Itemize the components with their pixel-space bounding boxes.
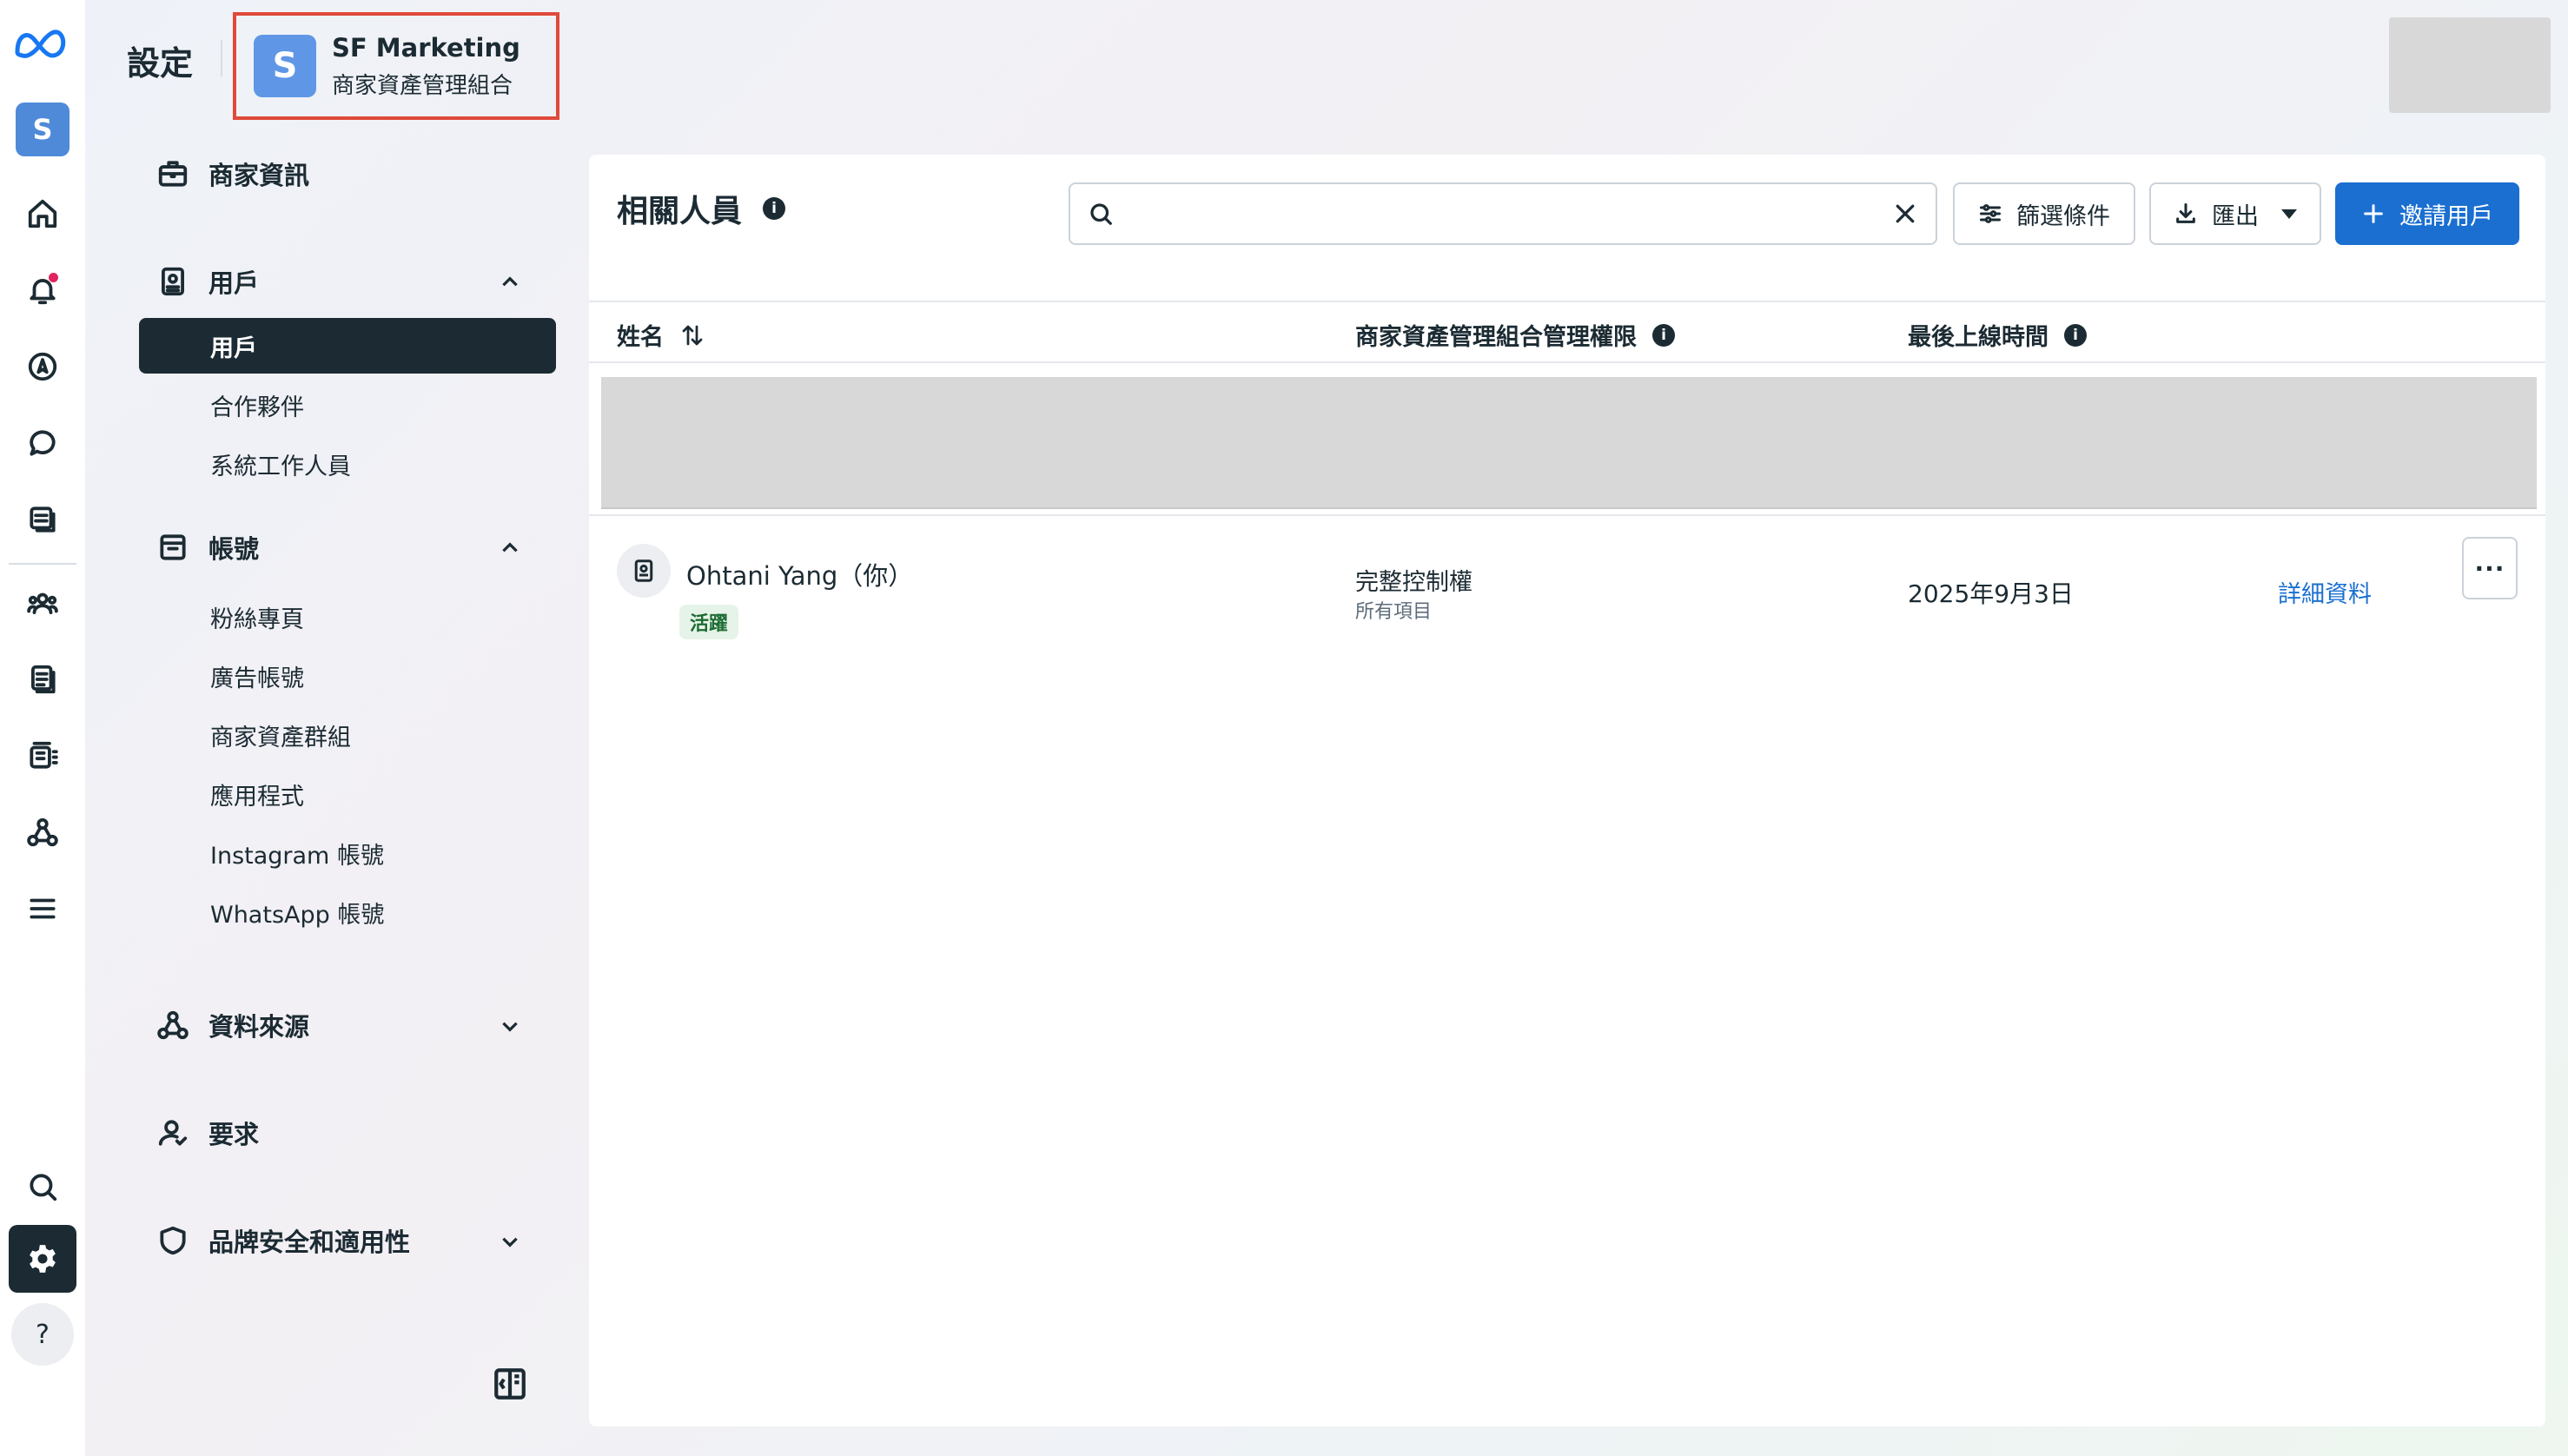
search-icon[interactable]	[17, 1161, 69, 1213]
table-row[interactable]: Ohtani Yang（你） 活躍 完整控制權 所有項目 2025年9月3日 詳…	[589, 537, 2545, 650]
column-name[interactable]: 姓名	[617, 318, 705, 352]
chat-icon[interactable]	[17, 417, 69, 469]
nav-item-users[interactable]: 用戶	[139, 318, 556, 374]
row-divider	[589, 514, 2545, 516]
nav-item-pages[interactable]: 粉絲專頁	[139, 587, 556, 646]
document-icon[interactable]	[17, 653, 69, 705]
caret-down-icon	[2281, 208, 2297, 219]
permission-level: 完整控制權	[1355, 569, 1473, 596]
meta-logo[interactable]	[12, 26, 73, 61]
briefcase-icon	[158, 161, 188, 187]
invite-label: 邀請用戶	[2399, 202, 2493, 230]
people-icon[interactable]	[17, 577, 69, 629]
details-link[interactable]: 詳細資料	[2278, 575, 2372, 609]
last-active-date: 2025年9月3日	[1908, 579, 2074, 608]
nav-item-system-users[interactable]: 系統工作人員	[139, 434, 556, 493]
sliders-icon	[1979, 204, 2002, 223]
nav-data-sources-label: 資料來源	[208, 1012, 310, 1042]
pages-icon[interactable]	[17, 493, 69, 546]
nav-accounts-label: 帳號	[208, 534, 260, 564]
column-last-active: 最後上線時間 i	[1908, 318, 2087, 352]
column-permission-label: 商家資產管理組合管理權限	[1355, 324, 1637, 351]
people-panel: 相關人員 i 篩選條件 匯出 邀請用戶 姓名 商家資產管理組合管理權限 i 最後…	[589, 155, 2545, 1426]
settings-sidebar: 商家資訊 用戶 用戶 合作夥伴 系統工作人員 帳號 粉絲專頁 廣告帳號 商家資產…	[139, 139, 556, 1275]
bell-icon[interactable]	[17, 264, 69, 316]
archive-icon	[160, 534, 186, 560]
column-permission: 商家資產管理組合管理權限 i	[1355, 318, 1675, 352]
column-last-active-label: 最後上線時間	[1908, 324, 2048, 351]
permission-scope: 所有項目	[1355, 601, 1433, 623]
search-box[interactable]	[1069, 182, 1937, 245]
table-header: 姓名 商家資產管理組合管理權限 i 最後上線時間 i	[589, 301, 2545, 363]
nav-business-info[interactable]: 商家資訊	[139, 139, 556, 208]
nav-item-asset-groups[interactable]: 商家資產群組	[139, 705, 556, 764]
graph-icon[interactable]	[17, 806, 69, 858]
home-icon[interactable]	[17, 188, 69, 240]
chevron-up-icon	[502, 542, 518, 553]
info-icon[interactable]: i	[1652, 323, 1675, 347]
settings-button[interactable]	[9, 1225, 76, 1293]
export-label: 匯出	[2212, 202, 2259, 230]
business-avatar-large: S	[254, 35, 316, 97]
shield-icon	[160, 1226, 186, 1255]
chevron-up-icon	[502, 276, 518, 287]
filter-button[interactable]: 篩選條件	[1953, 182, 2135, 245]
business-avatar[interactable]: S	[16, 103, 69, 156]
download-icon	[2176, 202, 2195, 223]
id-badge-icon	[162, 267, 184, 296]
info-icon[interactable]: i	[2064, 323, 2087, 347]
header-divider	[221, 40, 222, 76]
nav-business-info-label: 商家資訊	[208, 161, 310, 190]
nav-item-ad-accounts[interactable]: 廣告帳號	[139, 646, 556, 705]
panel-title: 相關人員 i	[617, 186, 786, 231]
nav-brand-safety-section[interactable]: 品牌安全和適用性	[139, 1206, 556, 1275]
more-options-button[interactable]: ···	[2462, 537, 2518, 599]
nav-users-label: 用戶	[208, 268, 260, 298]
nav-requests-label: 要求	[208, 1120, 260, 1149]
nav-item-instagram[interactable]: Instagram 帳號	[139, 824, 556, 883]
business-name: SF Marketing	[332, 32, 520, 63]
sidebar-collapse-icon	[494, 1368, 526, 1400]
nav-data-sources-section[interactable]: 資料來源	[139, 990, 556, 1060]
search-input[interactable]	[1129, 200, 1892, 228]
status-badge: 活躍	[679, 605, 739, 639]
page-title: 設定	[127, 44, 194, 83]
chevron-down-icon	[502, 1237, 518, 1248]
nav-item-apps[interactable]: 應用程式	[139, 764, 556, 824]
panel-title-text: 相關人員	[617, 194, 743, 229]
nav-accounts-section[interactable]: 帳號	[139, 513, 556, 582]
nav-brand-safety-label: 品牌安全和適用性	[208, 1228, 411, 1257]
nav-requests-section[interactable]: 要求	[139, 1098, 556, 1168]
business-switcher[interactable]: S SF Marketing 商家資產管理組合	[233, 12, 559, 120]
invite-user-button[interactable]: 邀請用戶	[2335, 182, 2519, 245]
search-icon	[1090, 203, 1112, 225]
rail-divider	[9, 563, 76, 565]
redacted-row	[601, 377, 2537, 509]
nav-item-whatsapp[interactable]: WhatsApp 帳號	[139, 883, 556, 942]
export-button[interactable]: 匯出	[2149, 182, 2321, 245]
info-icon[interactable]: i	[763, 197, 786, 220]
compass-icon[interactable]	[17, 341, 69, 393]
app-rail: S ?	[0, 0, 85, 1456]
clear-icon[interactable]	[1892, 201, 1918, 227]
person-check-icon	[158, 1120, 188, 1146]
redacted-profile-area	[2389, 17, 2551, 113]
menu-icon[interactable]	[17, 883, 69, 935]
user-badge-icon	[617, 544, 671, 598]
nav-item-partners[interactable]: 合作夥伴	[139, 375, 556, 434]
sort-icon[interactable]	[679, 322, 705, 348]
filter-label: 篩選條件	[2016, 202, 2110, 230]
gear-icon	[30, 1245, 56, 1273]
help-icon[interactable]: ?	[11, 1303, 74, 1366]
chevron-down-icon	[502, 1022, 518, 1032]
graph-icon	[157, 1010, 189, 1040]
catalog-icon[interactable]	[17, 730, 69, 782]
collapse-sidebar-button[interactable]	[492, 1366, 528, 1402]
notification-dot	[49, 273, 58, 282]
column-name-label: 姓名	[617, 324, 664, 351]
business-type: 商家資產管理組合	[332, 72, 513, 99]
nav-users-section[interactable]: 用戶	[139, 247, 556, 316]
plus-icon	[2364, 204, 2383, 223]
user-name: Ohtani Yang（你）	[686, 561, 914, 591]
